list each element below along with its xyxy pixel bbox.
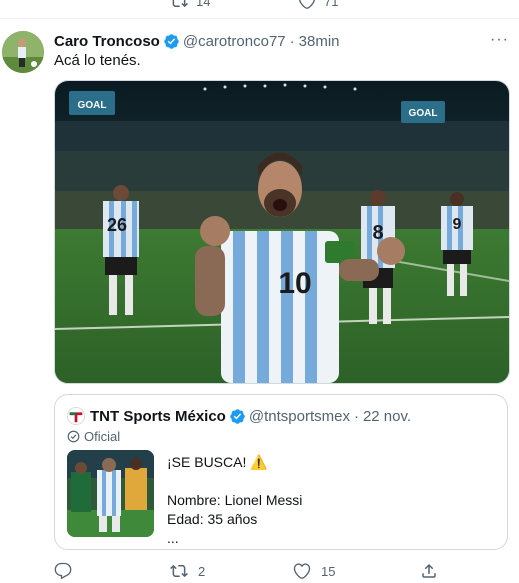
verified-badge-icon [230,408,245,424]
separator-dot: · [353,407,359,425]
prev-retweet-button[interactable]: 14 [170,0,210,10]
retweet-button[interactable]: 2 [170,562,205,580]
jersey-number-9: 9 [453,216,462,233]
tnt-sports-logo-icon [67,407,85,425]
author-handle[interactable]: @carotronco77 [183,33,286,50]
quoted-line-5: ... [167,530,179,546]
timestamp[interactable]: 38min [299,33,340,50]
quoted-line-4: Edad: 35 años [167,511,258,527]
retweet-icon [172,0,188,8]
tweet-actions: 2 15 [54,562,454,582]
retweet-count: 2 [198,563,206,579]
share-button[interactable] [420,562,448,580]
quoted-tweet-header: TNT Sports México @tntsportsmex · 22 nov… [67,407,411,425]
stadium-photo: GOAL GOAL 26 8 9 10 [55,81,509,383]
quoted-author-handle[interactable]: @tntsportsmex [249,408,350,425]
quoted-tweet[interactable]: TNT Sports México @tntsportsmex · 22 nov… [54,394,508,550]
jersey-number-10: 10 [278,267,311,300]
more-options-icon[interactable]: ··· [490,31,509,49]
goal-screen-left: GOAL [78,100,107,111]
author-name[interactable]: Caro Troncoso [54,33,160,50]
quoted-date[interactable]: 22 nov. [363,408,411,425]
avatar-image [2,31,44,73]
goal-screen-right: GOAL [409,108,438,119]
official-label: Oficial [67,429,120,444]
heart-icon [293,563,311,579]
reply-button[interactable] [54,562,82,580]
jersey-number-26: 26 [107,215,127,235]
like-count: 15 [321,563,336,579]
tweet-header: Caro Troncoso @carotronco77 · 38min [54,31,509,51]
share-icon [422,563,436,578]
quoted-thumbnail[interactable] [67,450,154,537]
quoted-photo [67,450,154,537]
prev-like-button[interactable]: 71 [298,0,338,10]
tweet-text: Acá lo tenés. [54,52,141,69]
tweet-photo[interactable]: GOAL GOAL 26 8 9 10 [54,80,510,384]
previous-tweet-actions: 14 71 [0,0,519,19]
avatar[interactable] [2,31,44,73]
like-button[interactable]: 15 [293,562,335,580]
official-check-icon [67,430,80,443]
quoted-tweet-text: ¡SE BUSCA! ⚠️ Nombre: Lionel Messi Edad:… [167,453,302,548]
quoted-line-1: ¡SE BUSCA! ⚠️ [167,454,268,470]
separator-dot: · [289,32,295,50]
prev-like-count: 71 [324,0,339,9]
quoted-line-2 [167,472,302,491]
prev-retweet-count: 14 [196,0,211,9]
heart-icon [299,0,315,9]
retweet-icon [170,564,188,578]
reply-icon [54,562,72,580]
official-label-text: Oficial [84,429,121,444]
quoted-author-name[interactable]: TNT Sports México [90,408,226,425]
quoted-line-3: Nombre: Lionel Messi [167,492,303,508]
verified-badge-icon [164,33,179,49]
